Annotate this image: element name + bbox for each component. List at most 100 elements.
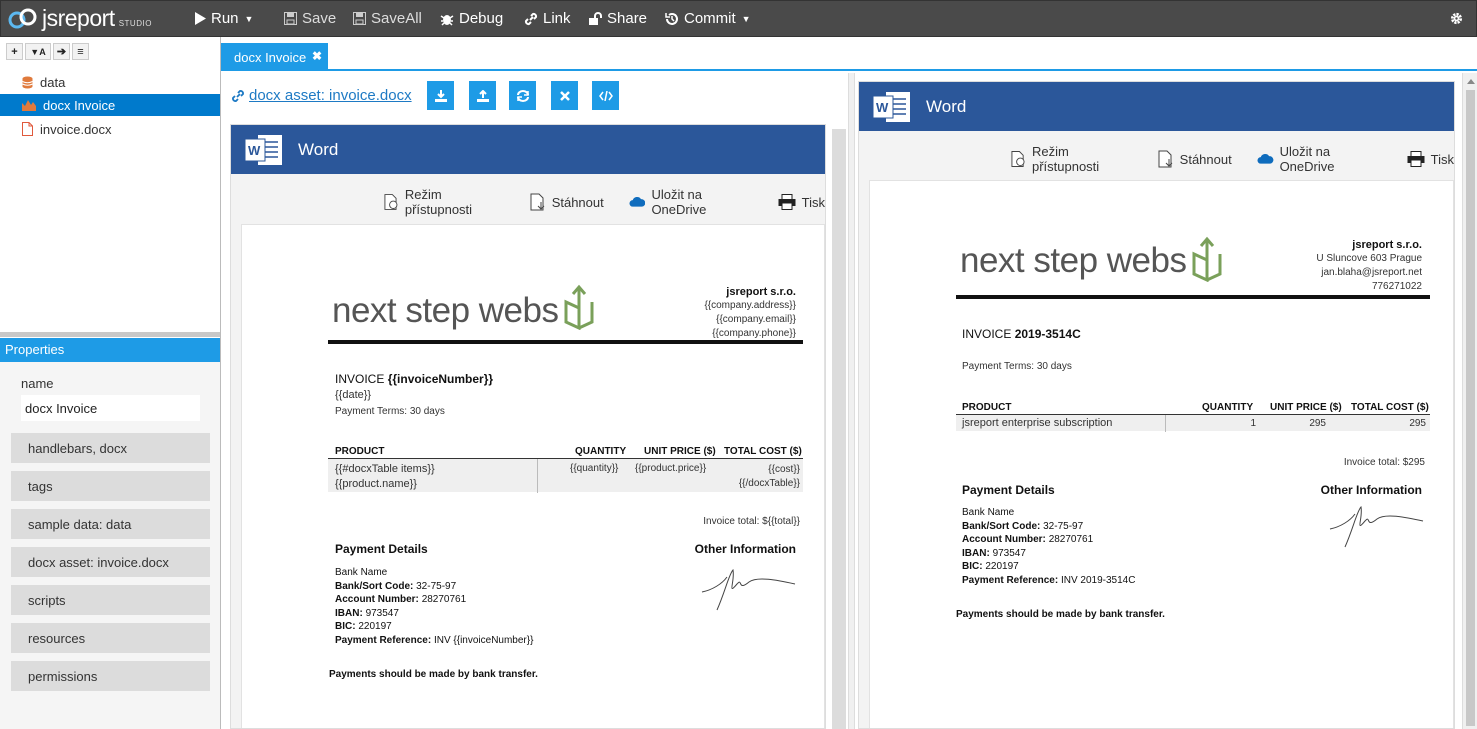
docx-asset-link[interactable]: docx asset: invoice.docx bbox=[231, 87, 412, 104]
code-icon bbox=[598, 90, 613, 101]
history-icon bbox=[665, 12, 678, 25]
scroll-thumb[interactable] bbox=[1466, 90, 1475, 726]
other-info-heading: Other Information bbox=[694, 542, 796, 556]
print-button[interactable]: Tisk bbox=[1407, 151, 1454, 167]
template-scrollbar[interactable] bbox=[832, 129, 846, 729]
share-button[interactable]: Share bbox=[588, 10, 647, 27]
cell-divider bbox=[1165, 415, 1166, 432]
tree-item-docx-invoice[interactable]: docx Invoice bbox=[0, 94, 220, 116]
col-total-cost: TOTAL COST ($) bbox=[724, 446, 802, 457]
accessibility-label: Režim přístupnosti bbox=[1031, 144, 1100, 174]
word-title: Word bbox=[298, 140, 339, 159]
close-icon[interactable]: ✖ bbox=[312, 49, 322, 63]
download-word-button[interactable]: Stáhnout bbox=[530, 193, 604, 211]
saveall-button[interactable]: SaveAll bbox=[353, 10, 422, 27]
menu-button[interactable]: ≡ bbox=[72, 43, 89, 60]
debug-button[interactable]: Debug bbox=[440, 10, 503, 27]
invoice-number: 2019-3514C bbox=[1014, 327, 1081, 341]
link-button[interactable]: Link bbox=[524, 10, 571, 27]
save-all-icon bbox=[353, 12, 366, 25]
database-icon bbox=[22, 76, 33, 88]
share-label: Share bbox=[607, 10, 648, 27]
resources-section[interactable]: resources bbox=[11, 623, 210, 653]
accessibility-icon bbox=[384, 194, 398, 210]
save-onedrive-button[interactable]: Uložit na OneDrive bbox=[1257, 144, 1382, 174]
tree-item-invoice-docx[interactable]: invoice.docx bbox=[0, 118, 220, 140]
table-row: {{#docxTable items}}{{product.name}} {{q… bbox=[328, 458, 803, 493]
tab-label: docx Invoice bbox=[234, 50, 307, 65]
company-block: jsreport s.r.o. {{company.address}} {{co… bbox=[704, 285, 796, 341]
account-label: Account Number: bbox=[335, 594, 419, 605]
new-entity-button[interactable]: + bbox=[6, 43, 23, 60]
svg-text:W: W bbox=[248, 143, 261, 158]
refresh-icon bbox=[516, 89, 529, 102]
cell-unit-price: 295 bbox=[1309, 418, 1326, 429]
save-onedrive-button[interactable]: Uložit na OneDrive bbox=[629, 187, 753, 217]
invoice-total: Invoice total: ${{total}} bbox=[703, 516, 800, 527]
run-button[interactable]: Run ▼ bbox=[194, 10, 253, 27]
company-name: jsreport s.r.o. bbox=[1352, 239, 1422, 251]
cloud-icon bbox=[629, 196, 646, 207]
tree-item-label: data bbox=[40, 74, 66, 90]
upload-button[interactable] bbox=[469, 81, 496, 110]
company-phone: 776271022 bbox=[1371, 281, 1422, 292]
preview-scrollbar[interactable] bbox=[1462, 73, 1477, 729]
bank-details: Bank Name Bank/Sort Code: 32-75-97 Accou… bbox=[962, 506, 1135, 587]
filter-button[interactable]: ▼A bbox=[25, 43, 51, 60]
scripts-section[interactable]: scripts bbox=[11, 585, 210, 615]
upload-icon bbox=[476, 89, 489, 102]
jsreport-logo[interactable]: jsreport STUDIO bbox=[7, 5, 152, 32]
payment-terms: Payment Terms: 30 days bbox=[335, 406, 445, 417]
sample-data-section[interactable]: sample data: data bbox=[11, 509, 210, 539]
print-button[interactable]: Tisk bbox=[778, 194, 825, 210]
iban-label: IBAN: bbox=[962, 547, 990, 559]
download-button[interactable] bbox=[427, 81, 454, 110]
company-email: jan.blaha@jsreport.net bbox=[1321, 267, 1422, 278]
editor-preview-splitter[interactable] bbox=[848, 73, 855, 729]
tree-properties-splitter[interactable] bbox=[0, 332, 220, 337]
tags-section[interactable]: tags bbox=[11, 471, 210, 501]
iban: 973547 bbox=[365, 607, 399, 619]
cloud-icon bbox=[1257, 153, 1274, 164]
ref-label: Payment Reference: bbox=[335, 634, 432, 646]
cell-quantity: 1 bbox=[1250, 418, 1256, 429]
payment-terms: Payment Terms: 30 days bbox=[962, 361, 1072, 372]
chevron-down-icon: ▼ bbox=[244, 13, 254, 24]
file-icon bbox=[22, 122, 33, 136]
bank-name: Bank Name bbox=[335, 567, 388, 578]
accessibility-mode-button[interactable]: Režim přístupnosti bbox=[384, 187, 505, 217]
docx-editor-pane: docx asset: invoice.docx W Word Režim př… bbox=[221, 73, 848, 729]
word-title: Word bbox=[926, 97, 967, 116]
refresh-button[interactable] bbox=[509, 81, 536, 110]
properties-header: Properties bbox=[0, 338, 220, 362]
scroll-up-icon[interactable] bbox=[1467, 79, 1475, 84]
tab-docx-invoice[interactable]: docx Invoice ✖ bbox=[221, 43, 328, 70]
settings-button[interactable] bbox=[1450, 12, 1468, 25]
name-input[interactable] bbox=[21, 395, 200, 421]
commit-button[interactable]: Commit ▼ bbox=[665, 10, 751, 27]
word-tools: Režim přístupnosti Stáhnout Uložit na On… bbox=[359, 187, 825, 217]
word-viewer-template: W Word Režim přístupnosti Stáhnout Uloži… bbox=[230, 124, 826, 729]
brand-name: next step webs bbox=[960, 241, 1187, 280]
cell-quantity: {{quantity}} bbox=[570, 463, 619, 474]
save-button[interactable]: Save bbox=[284, 10, 336, 27]
gear-icon bbox=[1450, 12, 1463, 25]
document-page-preview: next step webs jsreport s.r.o. U Sluncov… bbox=[869, 180, 1454, 728]
bic: 220197 bbox=[985, 561, 1019, 572]
go-to-button[interactable]: ➔ bbox=[53, 43, 70, 60]
docx-asset-section[interactable]: docx asset: invoice.docx bbox=[11, 547, 210, 577]
code-button[interactable] bbox=[592, 81, 619, 110]
cell-divider bbox=[537, 459, 538, 493]
tab-bar: docx Invoice ✖ bbox=[221, 37, 1477, 71]
accessibility-mode-button[interactable]: Režim přístupnosti bbox=[1011, 144, 1133, 174]
remove-button[interactable] bbox=[551, 81, 578, 110]
download-word-button[interactable]: Stáhnout bbox=[1158, 150, 1232, 168]
invoice-title: INVOICE {{invoiceNumber}} bbox=[335, 372, 493, 386]
permissions-section[interactable]: permissions bbox=[11, 661, 210, 691]
tree-item-data[interactable]: data bbox=[0, 71, 220, 93]
col-unit-price: UNIT PRICE ($) bbox=[644, 446, 716, 457]
logo-icon bbox=[8, 8, 37, 28]
accessibility-label: Režim přístupnosti bbox=[404, 187, 473, 217]
engine-recipe-section[interactable]: handlebars, docx bbox=[11, 433, 210, 463]
chevron-down-icon: ▼ bbox=[741, 13, 751, 24]
